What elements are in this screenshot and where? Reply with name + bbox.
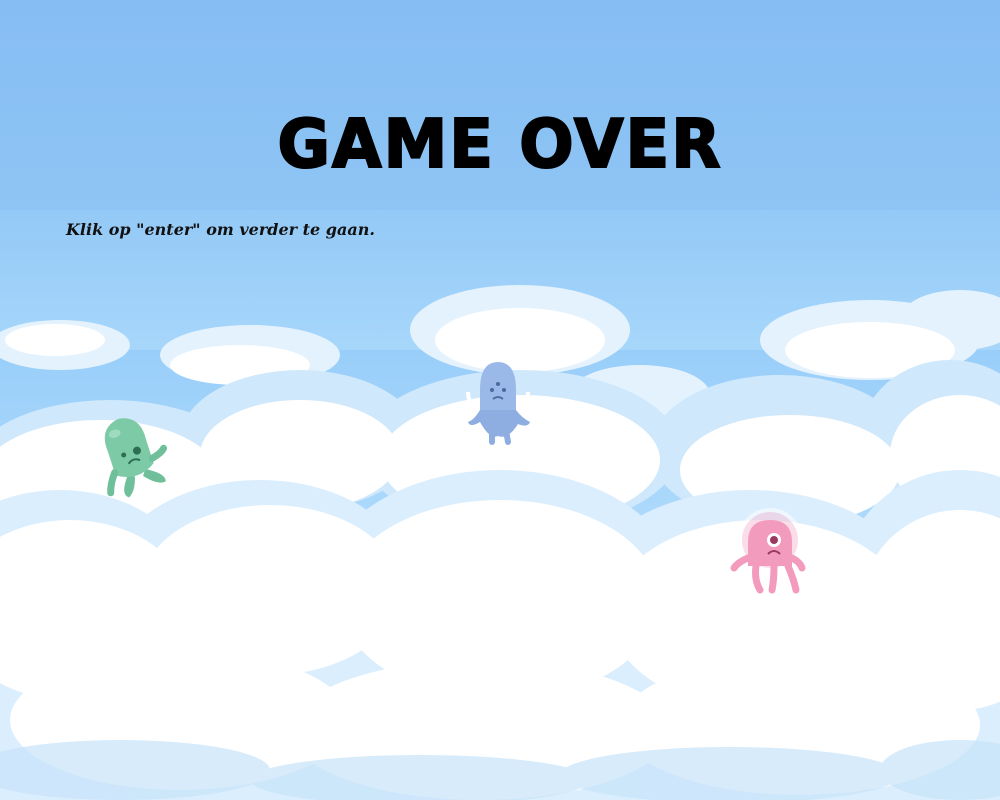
game-over-screen[interactable]: GAME OVER Klik op "enter" om verder te g… bbox=[0, 0, 1000, 800]
game-over-title: GAME OVER bbox=[277, 105, 723, 185]
continue-instruction: Klik op "enter" om verder te gaan. bbox=[66, 220, 375, 239]
